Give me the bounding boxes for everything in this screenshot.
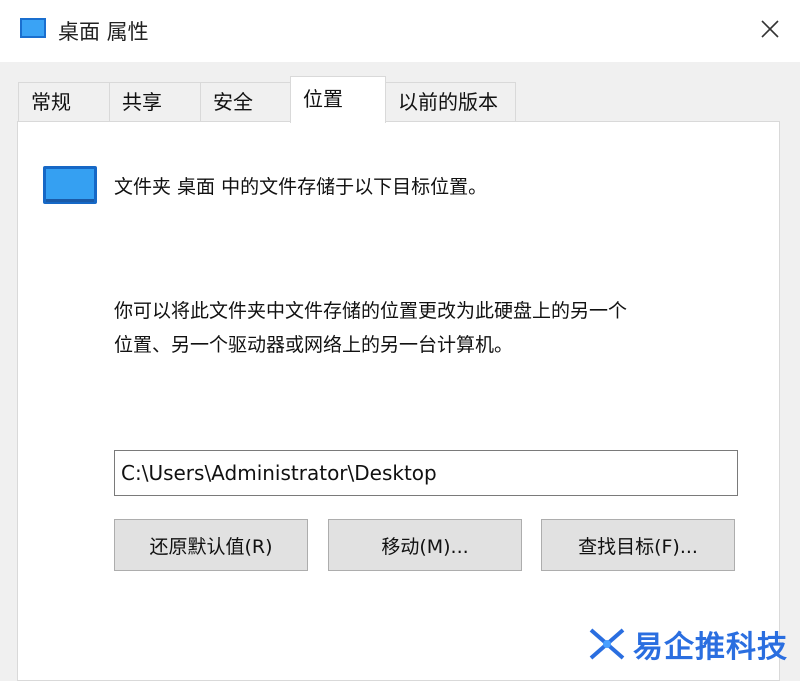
window-title: 桌面 属性: [58, 20, 149, 44]
watermark-text: 易企推科技: [633, 630, 788, 665]
description-line-2: 位置、另一个驱动器或网络上的另一台计算机。: [114, 334, 514, 356]
watermark-logo-icon: [589, 628, 625, 660]
location-heading: 文件夹 桌面 中的文件存储于以下目标位置。: [114, 176, 488, 198]
location-panel: 文件夹 桌面 中的文件存储于以下目标位置。 你可以将此文件夹中文件存储的位置更改…: [17, 121, 780, 681]
desktop-folder-icon: [43, 166, 97, 204]
tab-strip: 常规 共享 安全 位置 以前的版本: [18, 76, 788, 123]
find-target-button[interactable]: 查找目标(F)...: [541, 519, 735, 571]
tab-location[interactable]: 位置: [290, 76, 386, 123]
tab-previous-versions[interactable]: 以前的版本: [385, 82, 516, 122]
move-button[interactable]: 移动(M)...: [328, 519, 522, 571]
close-button[interactable]: [740, 0, 800, 58]
watermark: 易企推科技: [587, 622, 788, 666]
tab-general[interactable]: 常规: [18, 82, 110, 122]
description-line-1: 你可以将此文件夹中文件存储的位置更改为此硬盘上的另一个: [114, 300, 628, 322]
title-bar: 桌面 属性: [0, 0, 800, 62]
restore-default-button[interactable]: 还原默认值(R): [114, 519, 308, 571]
close-icon: [761, 20, 779, 38]
location-description: 你可以将此文件夹中文件存储的位置更改为此硬盘上的另一个 位置、另一个驱动器或网络…: [114, 294, 754, 362]
desktop-folder-icon: [20, 18, 46, 38]
folder-path-input[interactable]: [114, 450, 738, 496]
tab-security[interactable]: 安全: [200, 82, 292, 122]
tab-sharing[interactable]: 共享: [109, 82, 201, 122]
